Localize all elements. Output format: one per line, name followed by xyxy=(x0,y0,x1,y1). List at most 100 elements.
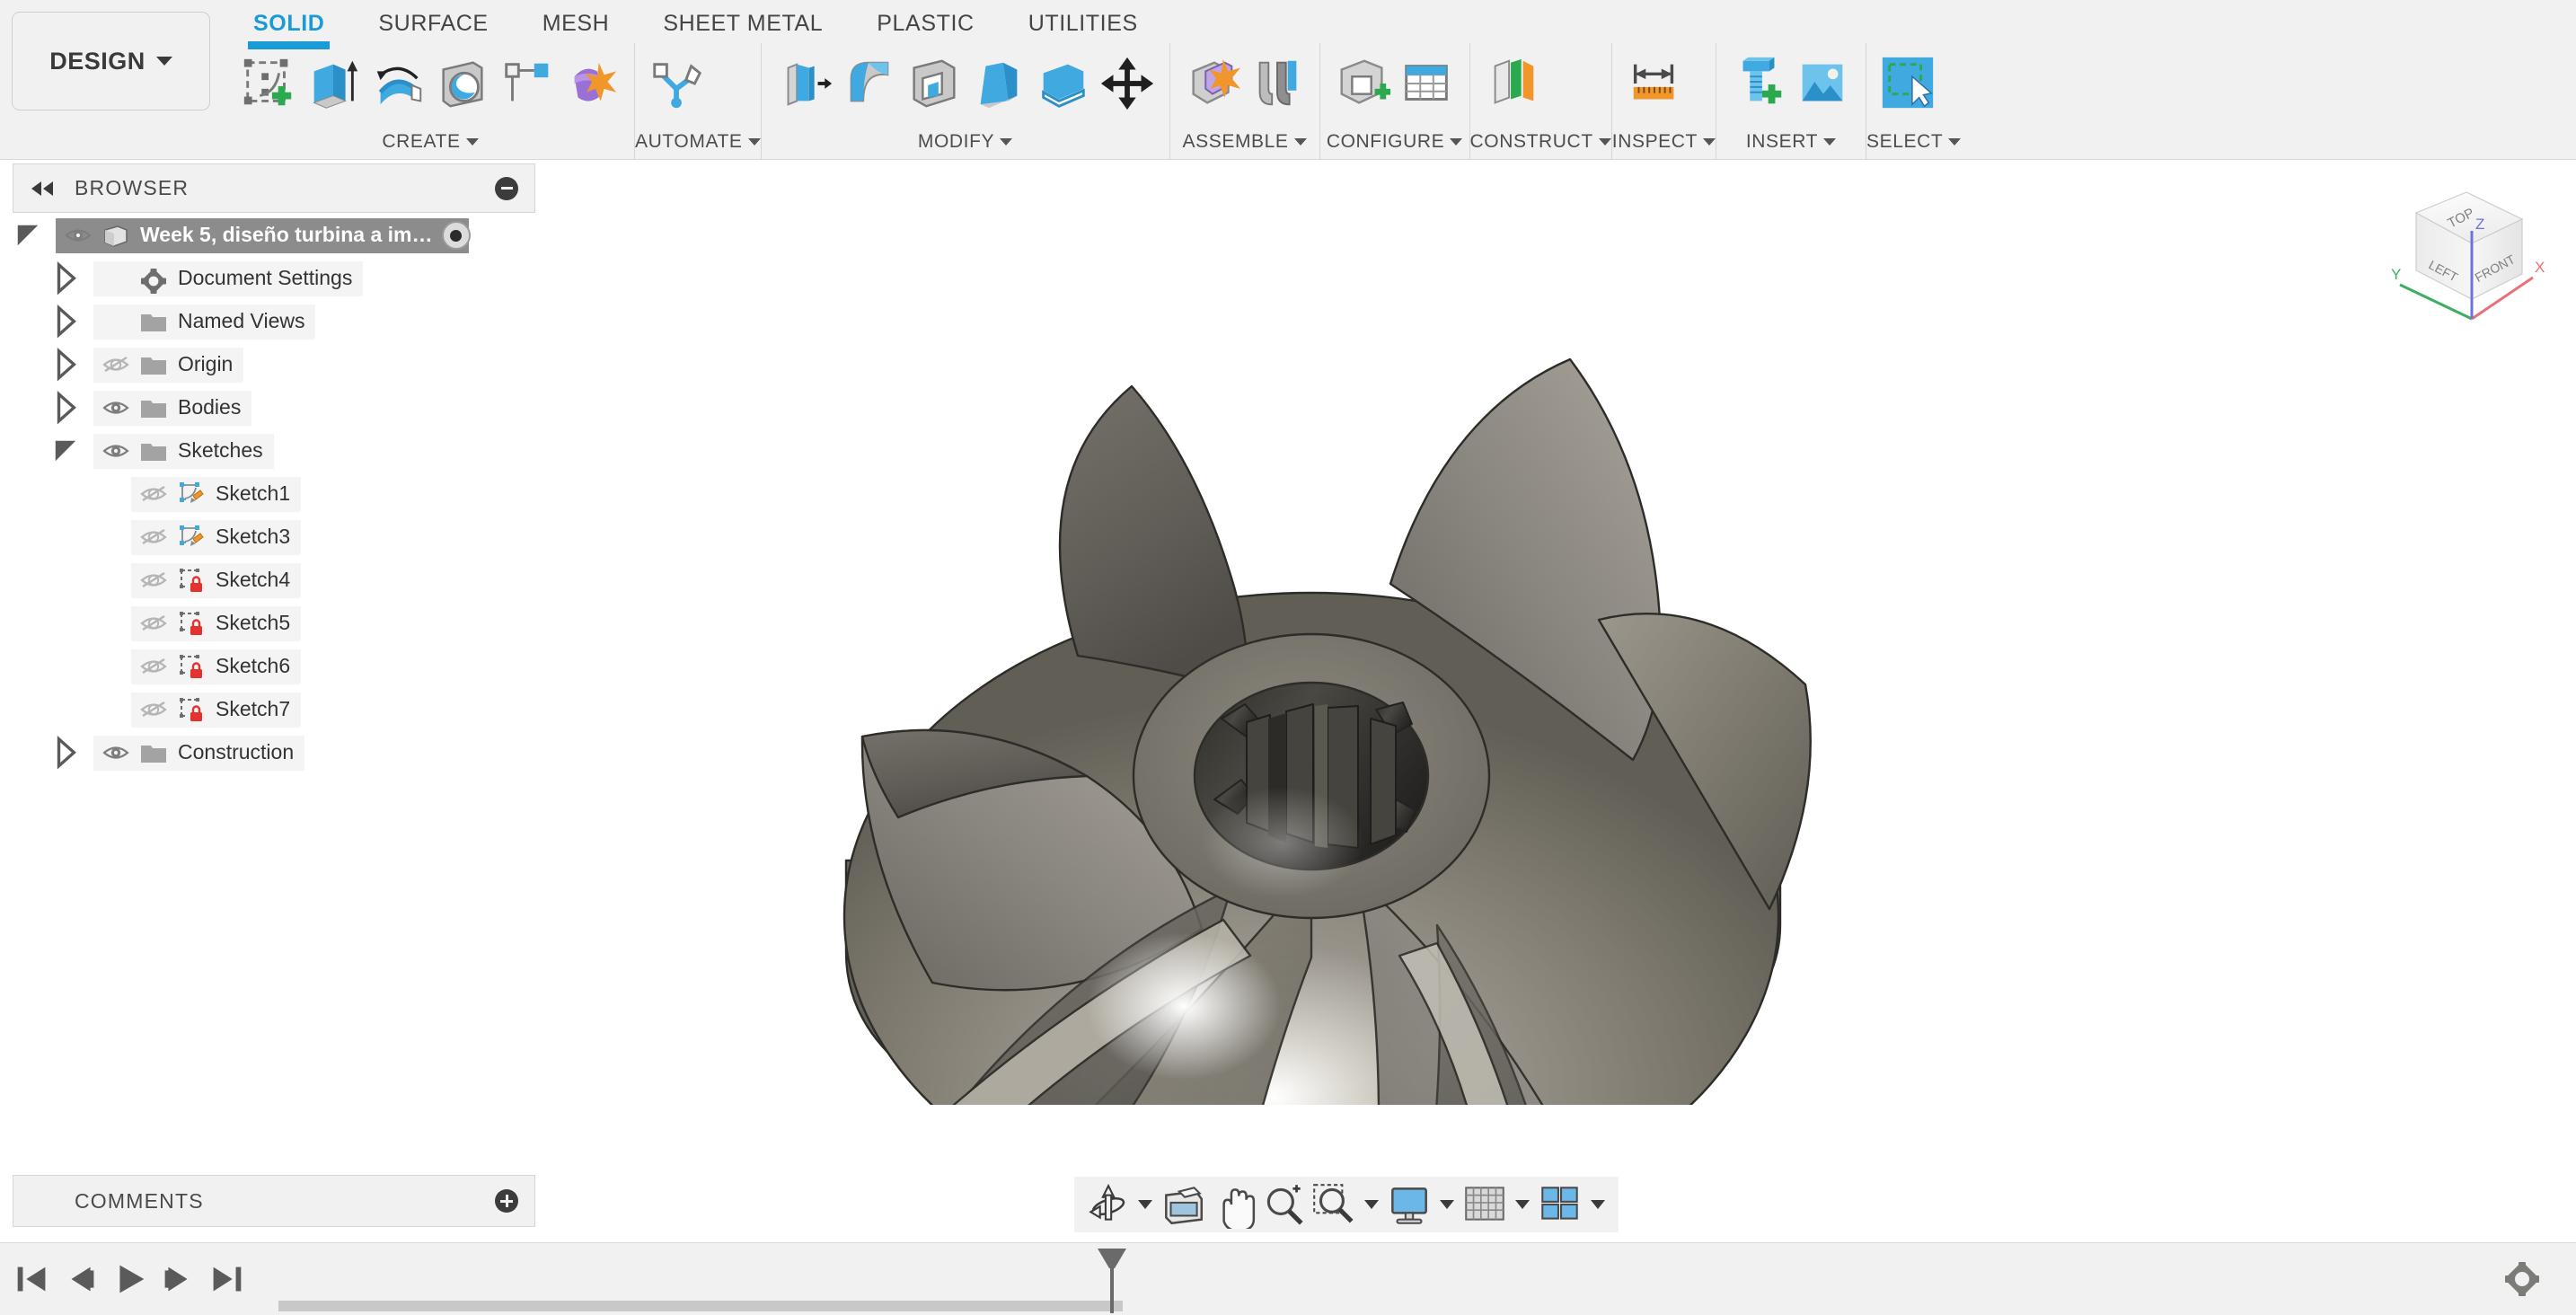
tree-item-week-5-dise-o-turbina-a-im[interactable]: Week 5, diseño turbina a im… xyxy=(13,214,535,257)
hole-icon[interactable] xyxy=(433,54,492,113)
tree-item-origin[interactable]: Origin xyxy=(13,343,535,386)
visibility-off-icon[interactable] xyxy=(140,696,167,723)
insert-canvas-icon[interactable] xyxy=(1794,54,1853,113)
visibility-on-icon[interactable] xyxy=(102,437,129,464)
go-to-beginning-button[interactable] xyxy=(11,1256,54,1302)
visibility-off-icon[interactable] xyxy=(140,567,167,594)
view-cube[interactable]: TOP LEFT FRONT Y X Z xyxy=(2357,179,2545,331)
collapse-arrow-icon[interactable] xyxy=(52,437,79,464)
shell-icon[interactable] xyxy=(904,54,963,113)
draft-icon[interactable] xyxy=(968,54,1028,113)
tree-item-sketch6[interactable]: Sketch6 xyxy=(13,645,535,688)
double-chevron-left-icon-comments[interactable] xyxy=(30,1192,55,1210)
config-table-icon[interactable] xyxy=(1398,54,1457,113)
tree-item-sketch5[interactable]: Sketch5 xyxy=(13,602,535,645)
ribbon-tab-mesh[interactable]: MESH xyxy=(516,5,637,37)
panel-label-inspect[interactable]: INSPECT xyxy=(1612,131,1716,160)
chevron-down-icon[interactable] xyxy=(1586,1180,1610,1229)
panel-label-construct[interactable]: CONSTRUCT xyxy=(1470,131,1611,160)
zoom-icon[interactable] xyxy=(1259,1180,1308,1229)
joint-icon[interactable] xyxy=(1248,54,1307,113)
measure-icon[interactable] xyxy=(1625,54,1684,113)
tree-item-sketch1[interactable]: Sketch1 xyxy=(13,472,535,516)
expand-arrow-icon[interactable] xyxy=(52,304,79,339)
press-pull-icon[interactable] xyxy=(774,54,834,113)
viewports-icon[interactable] xyxy=(1536,1180,1584,1229)
chevron-down-icon[interactable] xyxy=(1360,1180,1383,1229)
ribbon-tab-surface[interactable]: SURFACE xyxy=(351,5,515,37)
orbit-icon[interactable] xyxy=(1083,1180,1132,1229)
select-cursor-icon[interactable] xyxy=(1879,54,1938,113)
visibility-on-icon[interactable] xyxy=(102,739,129,766)
panel-label-configure[interactable]: CONFIGURE xyxy=(1320,131,1469,160)
expand-arrow-icon[interactable] xyxy=(52,736,79,770)
offset-plane-icon[interactable] xyxy=(1483,54,1542,113)
ribbon-tab-utilities[interactable]: UTILITIES xyxy=(1001,5,1165,37)
configure-icon[interactable] xyxy=(1333,54,1392,113)
offset-face-icon[interactable] xyxy=(1033,54,1092,113)
visibility-off-icon[interactable] xyxy=(140,524,167,551)
create-form-icon[interactable] xyxy=(562,54,622,113)
expand-arrow-icon[interactable] xyxy=(52,261,79,296)
step-forward-button[interactable] xyxy=(156,1256,199,1302)
chevron-down-icon[interactable] xyxy=(1511,1180,1534,1229)
create-sketch-icon[interactable] xyxy=(239,54,298,113)
visibility-off-icon[interactable] xyxy=(102,351,129,378)
expand-arrow-icon[interactable] xyxy=(52,391,79,425)
panel-icon-row xyxy=(1470,43,1611,119)
panel-label-automate[interactable]: AUTOMATE xyxy=(635,131,761,160)
go-to-end-button[interactable] xyxy=(205,1256,248,1302)
timeline-rail[interactable] xyxy=(278,1300,1123,1311)
chevron-down-icon[interactable] xyxy=(1134,1180,1157,1229)
panel-label-select[interactable]: SELECT xyxy=(1866,131,1962,160)
collapse-arrow-icon[interactable] xyxy=(14,222,41,249)
ribbon-tab-sheet metal[interactable]: SHEET METAL xyxy=(636,5,850,37)
timeline-end-marker[interactable] xyxy=(1096,1247,1128,1313)
new-component-icon[interactable] xyxy=(1183,54,1242,113)
visibility-off-icon[interactable] xyxy=(140,481,167,507)
activate-component-radio[interactable] xyxy=(441,221,471,250)
tree-item-sketch7[interactable]: Sketch7 xyxy=(13,688,535,731)
visibility-off-icon[interactable] xyxy=(140,653,167,680)
visibility-on-icon[interactable] xyxy=(102,394,129,421)
turbine-impeller-model[interactable] xyxy=(808,296,1814,1105)
extrude-icon[interactable] xyxy=(304,54,363,113)
minimize-icon[interactable] xyxy=(495,176,518,200)
generative-design-icon[interactable] xyxy=(648,54,707,113)
folder-icon xyxy=(140,397,167,419)
tree-item-construction[interactable]: Construction xyxy=(13,731,535,774)
gear-icon[interactable] xyxy=(2502,1259,2542,1299)
revolve-icon[interactable] xyxy=(368,54,428,113)
ribbon-tab-plastic[interactable]: PLASTIC xyxy=(850,5,1001,37)
tree-item-document-settings[interactable]: Document Settings xyxy=(13,257,535,300)
display-settings-icon[interactable] xyxy=(1385,1180,1434,1229)
panel-label-insert[interactable]: INSERT xyxy=(1716,131,1866,160)
timeline-track[interactable] xyxy=(268,1243,1166,1315)
panel-label-modify[interactable]: MODIFY xyxy=(762,131,1169,160)
visibility-on-icon[interactable] xyxy=(65,222,92,249)
double-chevron-left-icon[interactable] xyxy=(30,180,55,198)
workspace-switcher-button[interactable]: DESIGN xyxy=(12,12,210,110)
panel-label-create[interactable]: CREATE xyxy=(226,131,634,160)
pan-icon[interactable] xyxy=(1209,1180,1257,1229)
tree-item-sketches[interactable]: Sketches xyxy=(13,429,535,472)
step-back-button[interactable] xyxy=(59,1256,102,1302)
chevron-down-icon[interactable] xyxy=(1435,1180,1459,1229)
tree-item-named-views[interactable]: Named Views xyxy=(13,300,535,343)
move-copy-icon[interactable] xyxy=(1098,54,1157,113)
visibility-off-icon[interactable] xyxy=(140,610,167,637)
expand-arrow-icon[interactable] xyxy=(52,348,79,382)
tree-item-bodies[interactable]: Bodies xyxy=(13,386,535,429)
tree-item-sketch4[interactable]: Sketch4 xyxy=(13,559,535,602)
look-at-icon[interactable] xyxy=(1159,1180,1207,1229)
insert-mcmaster-icon[interactable] xyxy=(1729,54,1788,113)
tree-item-sketch3[interactable]: Sketch3 xyxy=(13,516,535,559)
grid-snaps-icon[interactable] xyxy=(1460,1180,1509,1229)
ribbon-tab-solid[interactable]: SOLID xyxy=(226,5,351,49)
panel-label-assemble[interactable]: ASSEMBLE xyxy=(1170,131,1319,160)
zoom-window-icon[interactable] xyxy=(1310,1180,1358,1229)
derive-icon[interactable] xyxy=(498,54,557,113)
fillet-icon[interactable] xyxy=(839,54,898,113)
plus-circle-icon[interactable] xyxy=(495,1189,518,1213)
play-button[interactable] xyxy=(108,1256,151,1302)
